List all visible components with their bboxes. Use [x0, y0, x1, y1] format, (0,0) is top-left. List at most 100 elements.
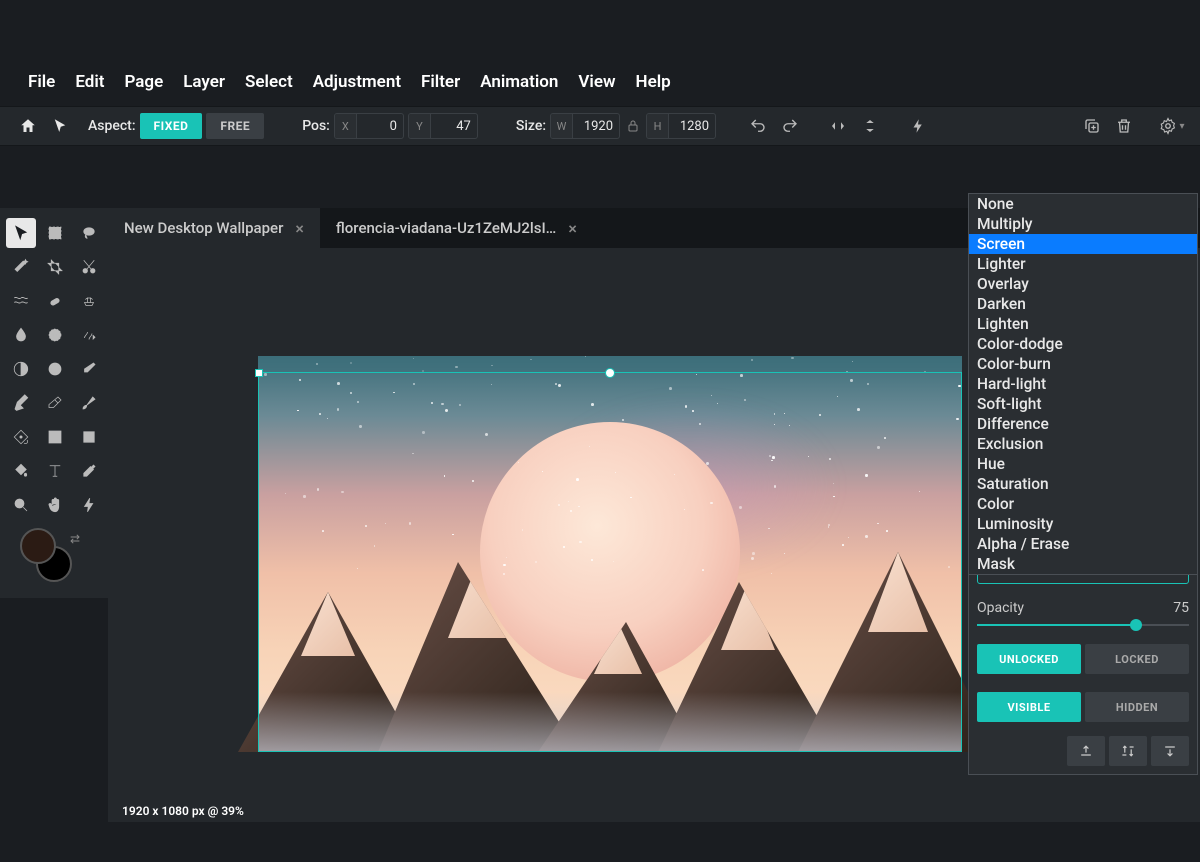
sharpen-tool[interactable] [40, 320, 70, 350]
opacity-slider[interactable] [977, 624, 1189, 626]
blend-mode-option[interactable]: Luminosity [969, 514, 1197, 534]
blend-mode-option[interactable]: Color [969, 494, 1197, 514]
pos-y-field[interactable]: Y [408, 113, 478, 139]
menu-layer[interactable]: Layer [183, 72, 225, 92]
undo-button[interactable] [744, 112, 772, 140]
blend-mode-option[interactable]: Lighter [969, 254, 1197, 274]
menu-animation[interactable]: Animation [480, 72, 558, 92]
fill-tool[interactable] [6, 422, 36, 452]
rotate-handle[interactable] [605, 368, 615, 378]
locked-button[interactable]: LOCKED [1085, 644, 1189, 674]
zoom-tool[interactable] [6, 490, 36, 520]
blend-mode-option[interactable]: Hue [969, 454, 1197, 474]
hidden-button[interactable]: HIDDEN [1085, 692, 1189, 722]
visible-button[interactable]: VISIBLE [977, 692, 1081, 722]
hand-tool[interactable] [40, 490, 70, 520]
artboard[interactable] [258, 356, 962, 752]
duplicate-button[interactable] [1078, 112, 1106, 140]
blend-mode-option[interactable]: Saturation [969, 474, 1197, 494]
blend-mode-option[interactable]: Color-dodge [969, 334, 1197, 354]
close-icon[interactable]: × [295, 219, 304, 238]
blend-mode-option[interactable]: Hard-light [969, 374, 1197, 394]
brush-tool[interactable] [74, 388, 104, 418]
flip-horizontal-button[interactable] [824, 112, 852, 140]
pos-y-input[interactable] [431, 114, 477, 138]
pen-tool[interactable] [6, 388, 36, 418]
pos-x-field[interactable]: X [334, 113, 404, 139]
arrange-tool[interactable] [6, 218, 36, 248]
blend-mode-option[interactable]: None [969, 194, 1197, 214]
menu-adjustment[interactable]: Adjustment [313, 72, 401, 92]
blend-mode-option[interactable]: Darken [969, 294, 1197, 314]
settings-button[interactable]: ▾ [1158, 112, 1186, 140]
blend-mode-option[interactable]: Multiply [969, 214, 1197, 234]
menu-edit[interactable]: Edit [75, 72, 104, 92]
blend-mode-option[interactable]: Lighten [969, 314, 1197, 334]
crop-tool[interactable] [40, 252, 70, 282]
size-w-input[interactable] [573, 114, 619, 138]
tab-florencia[interactable]: florencia-viadana-Uz1ZeMJ2lsI…× [320, 208, 593, 248]
reorder-button[interactable] [1109, 736, 1147, 766]
blend-mode-option[interactable]: Screen [969, 234, 1197, 254]
text-tool[interactable] [40, 456, 70, 486]
foreground-color[interactable] [20, 528, 56, 564]
blend-mode-option[interactable]: Difference [969, 414, 1197, 434]
menu-view[interactable]: View [578, 72, 615, 92]
blend-mode-option[interactable]: Color-burn [969, 354, 1197, 374]
home-button[interactable] [14, 112, 42, 140]
bring-forward-button[interactable] [1067, 736, 1105, 766]
aspect-free-button[interactable]: FREE [206, 113, 264, 139]
resize-handle[interactable] [255, 369, 263, 377]
selection-box[interactable] [258, 372, 962, 752]
pos-x-input[interactable] [357, 114, 403, 138]
pos-label: Pos: [302, 118, 330, 134]
unlocked-button[interactable]: UNLOCKED [977, 644, 1081, 674]
blend-mode-option[interactable]: Exclusion [969, 434, 1197, 454]
size-h-input[interactable] [669, 114, 715, 138]
blend-mode-option[interactable]: Mask [969, 554, 1197, 574]
opacity-value: 75 [1173, 600, 1189, 616]
gradient-tool[interactable] [40, 422, 70, 452]
shape-tool[interactable] [74, 422, 104, 452]
quick-tool[interactable] [74, 490, 104, 520]
menu-filter[interactable]: Filter [421, 72, 460, 92]
size-h-field[interactable]: H [646, 113, 716, 139]
tab-wallpaper[interactable]: New Desktop Wallpaper× [108, 208, 320, 248]
marquee-tool[interactable] [40, 218, 70, 248]
blur-tool[interactable] [6, 320, 36, 350]
close-icon[interactable]: × [568, 219, 577, 238]
liquify-tool[interactable] [6, 286, 36, 316]
menu-page[interactable]: Page [124, 72, 163, 92]
menu-select[interactable]: Select [245, 72, 293, 92]
arrange-tool-icon[interactable] [46, 112, 74, 140]
eraser-tool[interactable] [40, 388, 70, 418]
aspect-lock-icon[interactable] [624, 120, 642, 132]
smudge-tool[interactable] [74, 320, 104, 350]
delete-button[interactable] [1110, 112, 1138, 140]
blend-mode-dropdown[interactable]: NoneMultiplyScreenLighterOverlayDarkenLi… [968, 193, 1198, 575]
menu-file[interactable]: File [28, 72, 55, 92]
redo-button[interactable] [776, 112, 804, 140]
bucket-tool[interactable] [6, 456, 36, 486]
color-replace-tool[interactable] [74, 354, 104, 384]
clone-tool[interactable] [74, 286, 104, 316]
heal-tool[interactable] [40, 286, 70, 316]
opacity-label: Opacity [977, 600, 1024, 616]
wand-tool[interactable] [6, 252, 36, 282]
sponge-tool[interactable] [40, 354, 70, 384]
lasso-tool[interactable] [74, 218, 104, 248]
cutout-tool[interactable] [74, 252, 104, 282]
menu-help[interactable]: Help [636, 72, 671, 92]
blend-mode-option[interactable]: Alpha / Erase [969, 534, 1197, 554]
aspect-fixed-button[interactable]: FIXED [140, 113, 203, 139]
blend-mode-option[interactable]: Overlay [969, 274, 1197, 294]
flip-vertical-button[interactable] [856, 112, 884, 140]
size-w-field[interactable]: W [550, 113, 620, 139]
swap-colors-icon[interactable]: ⇄ [70, 532, 80, 546]
send-backward-button[interactable] [1151, 736, 1189, 766]
blend-mode-option[interactable]: Soft-light [969, 394, 1197, 414]
ai-button[interactable] [904, 112, 932, 140]
slider-thumb[interactable] [1130, 619, 1142, 631]
eyedropper-tool[interactable] [74, 456, 104, 486]
dodge-tool[interactable] [6, 354, 36, 384]
